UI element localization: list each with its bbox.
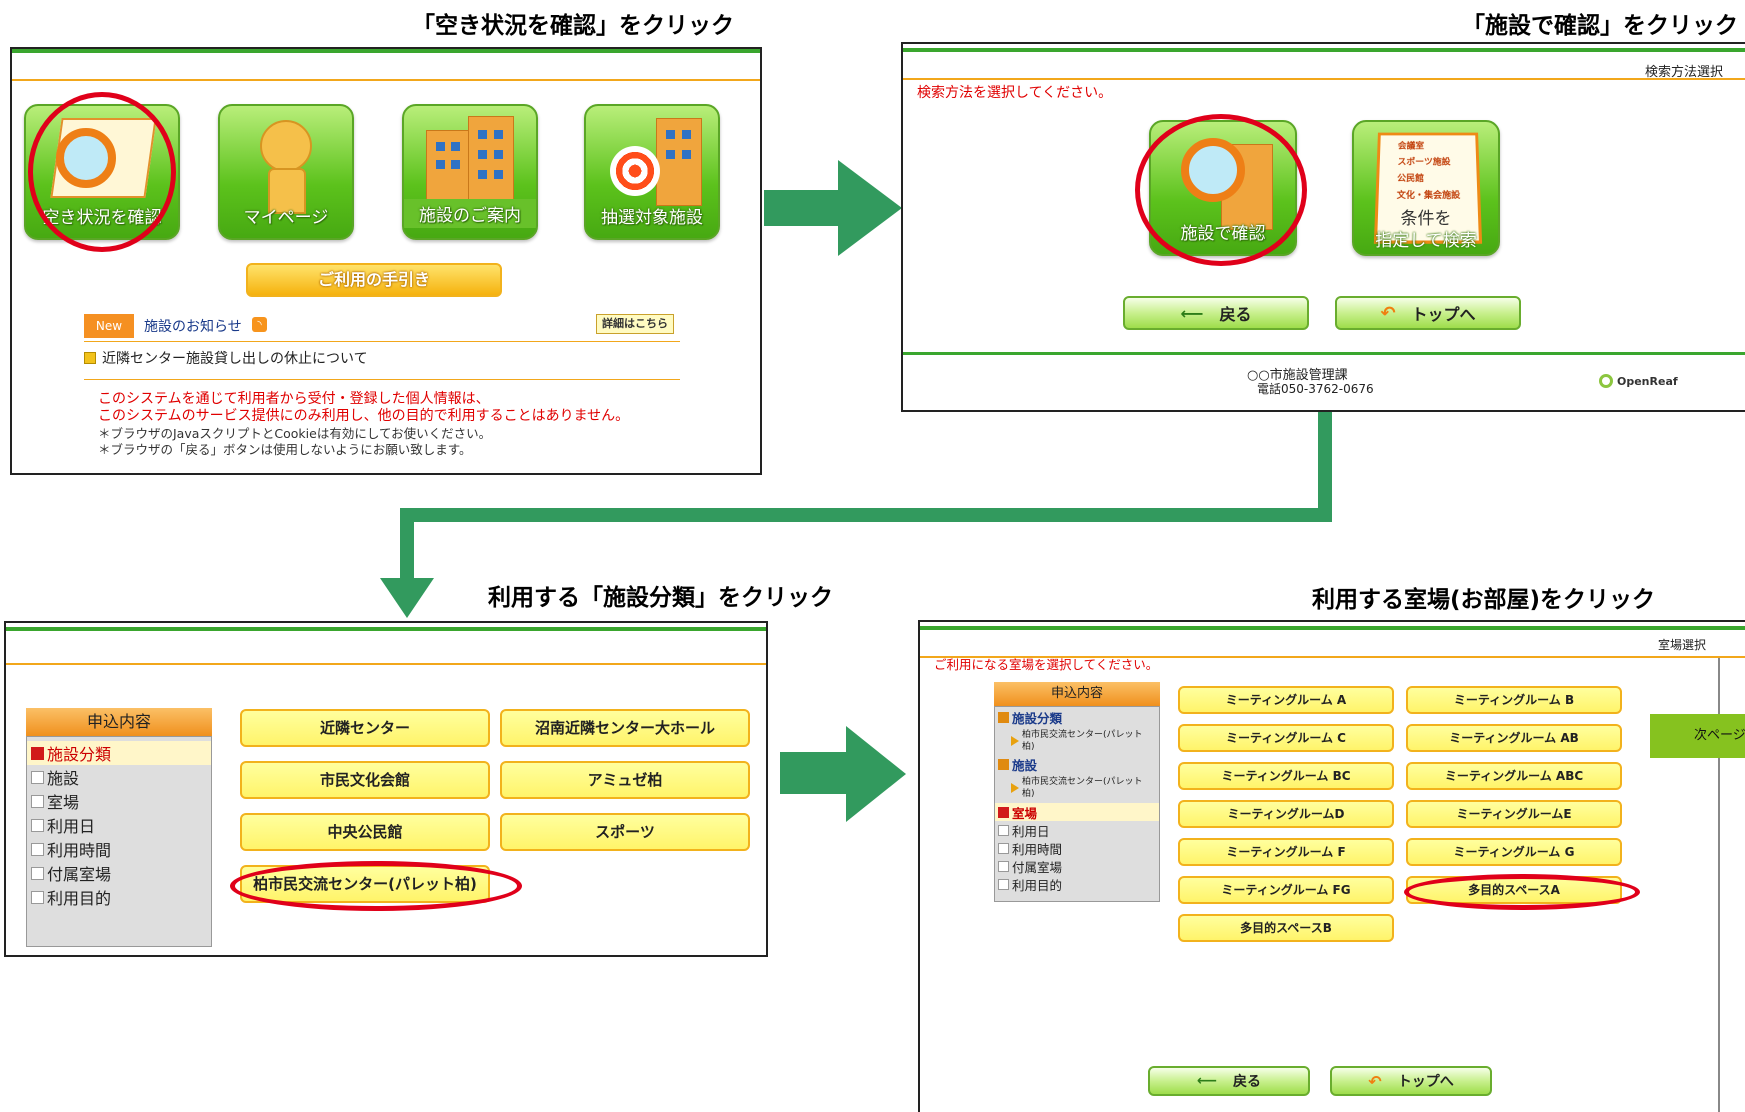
person-icon: [260, 120, 312, 172]
news-bullet-icon: [84, 352, 96, 364]
new-badge: New: [84, 314, 134, 338]
category-button-amuze[interactable]: アミュゼ柏: [500, 761, 750, 799]
page-title: 室場選択: [1658, 636, 1706, 653]
room-button-fg[interactable]: ミーティングルーム FG: [1178, 876, 1394, 904]
tile-label: 施設で確認: [1151, 219, 1295, 244]
room-button-d[interactable]: ミーティングルームD: [1178, 800, 1394, 828]
back-button[interactable]: ⟵ 戻る: [1148, 1066, 1310, 1096]
instruction-text: 検索方法を選択してください。: [917, 82, 1112, 102]
page-title: 検索方法選択: [1645, 61, 1723, 80]
menu-header: 申込内容: [994, 682, 1160, 706]
tile-label-line2: 指定して検索: [1354, 226, 1498, 251]
menu-item-date: 利用日: [995, 821, 1159, 839]
top-button[interactable]: ↶ トップへ: [1330, 1066, 1492, 1096]
menu-item-room-active[interactable]: 室場: [995, 803, 1159, 821]
room-button-multipurpose-b[interactable]: 多目的スペースB: [1178, 914, 1394, 942]
panel-facility-category: 申込内容 施設分類 施設 室場 利用日 利用時間 付属室場 利用目的 近隣センタ…: [4, 621, 768, 957]
menu-item-facility-category[interactable]: 施設分類: [27, 741, 211, 765]
openreaf-logo-icon: [1599, 374, 1613, 388]
news-item-link[interactable]: 近隣センター施設貸し出しの休止について: [102, 348, 368, 368]
category-button-shonan-hall[interactable]: 沼南近隣センター大ホール: [500, 709, 750, 747]
tile-label: 空き状況を確認: [26, 203, 178, 228]
top-button[interactable]: ↶ トップへ: [1335, 296, 1521, 330]
room-button-b[interactable]: ミーティングルーム B: [1406, 686, 1622, 714]
tile-label: 施設のご案内: [404, 199, 536, 228]
menu-item-time: 利用時間: [27, 837, 211, 861]
category-button-sports[interactable]: スポーツ: [500, 813, 750, 851]
return-arrow-icon: ↶: [1380, 303, 1395, 324]
room-button-f[interactable]: ミーティングルーム F: [1178, 838, 1394, 866]
menu-item-room: 室場: [27, 789, 211, 813]
application-menu: 施設分類 柏市民交流センター(パレット柏) 施設 柏市民交流センター(パレット柏…: [994, 706, 1160, 902]
arrow-left-icon: ⟵: [1181, 304, 1204, 323]
tile-check-availability[interactable]: 空き状況を確認: [24, 104, 180, 240]
room-button-c[interactable]: ミーティングルーム C: [1178, 724, 1394, 752]
instruction-text: ご利用になる室場を選択してください。: [934, 654, 1158, 673]
tile-lottery-facility[interactable]: 抽選対象施設: [584, 104, 720, 240]
tile-label: 抽選対象施設: [586, 203, 718, 228]
usage-guide-button[interactable]: ご利用の手引き: [246, 263, 502, 297]
category-button-neighborhood-center[interactable]: 近隣センター: [240, 709, 490, 747]
category-button-palette-kashiwa[interactable]: 柏市民交流センター(パレット柏): [240, 865, 490, 903]
category-button-civic-culture-hall[interactable]: 市民文化会館: [240, 761, 490, 799]
menu-item-time: 利用時間: [995, 839, 1159, 857]
details-button[interactable]: 詳細はこちら: [596, 314, 674, 334]
return-arrow-icon: ↶: [1368, 1072, 1381, 1091]
magnifier-icon: [56, 128, 116, 188]
next-page-button[interactable]: 次ページ: [1650, 714, 1745, 758]
tile-search-by-condition[interactable]: 会議室 スポーツ施設 公民館 文化・集会施設 条件を 指定して検索: [1352, 120, 1500, 256]
menu-item-purpose: 利用目的: [995, 875, 1159, 893]
arrow-left-icon: ⟵: [1197, 1073, 1217, 1089]
browser-notice-2: ＊ブラウザの「戻る」ボタンは使用しないようにお願い致します。: [98, 439, 472, 458]
menu-header: 申込内容: [26, 708, 212, 736]
step2-caption: 「施設で確認」をクリック: [1462, 6, 1738, 40]
tile-mypage[interactable]: マイページ: [218, 104, 354, 240]
panel-room-select: 室場選択 ご利用になる室場を選択してください。 申込内容 施設分類 柏市民交流セ…: [918, 620, 1745, 1112]
room-button-ab[interactable]: ミーティングルーム AB: [1406, 724, 1622, 752]
room-button-bc[interactable]: ミーティングルーム BC: [1178, 762, 1394, 790]
tile-search-by-facility[interactable]: 施設で確認: [1149, 120, 1297, 256]
step3-caption: 利用する「施設分類」をクリック: [488, 578, 833, 612]
menu-item-attached-room: 付属室場: [27, 861, 211, 885]
privacy-notice-2: このシステムのサービス提供にのみ利用し、他の目的で利用することはありません。: [98, 405, 629, 425]
menu-item-facility: 施設: [27, 765, 211, 789]
room-button-abc[interactable]: ミーティングルーム ABC: [1406, 762, 1622, 790]
application-menu: 施設分類 施設 室場 利用日 利用時間 付属室場 利用目的: [26, 736, 212, 947]
tile-facility-guide[interactable]: 施設のご案内: [402, 104, 538, 240]
step4-caption: 利用する室場(お部屋)をクリック: [1312, 580, 1655, 614]
room-button-e[interactable]: ミーティングルームE: [1406, 800, 1622, 828]
room-button-a[interactable]: ミーティングルーム A: [1178, 686, 1394, 714]
menu-group-facility[interactable]: 施設: [995, 756, 1159, 773]
step1-caption: 「空き状況を確認」をクリック: [412, 6, 734, 40]
menu-group-facility-category[interactable]: 施設分類: [995, 709, 1159, 726]
menu-item-date: 利用日: [27, 813, 211, 837]
category-button-central-hall[interactable]: 中央公民館: [240, 813, 490, 851]
tile-label: マイページ: [220, 203, 352, 228]
menu-item-purpose: 利用目的: [27, 885, 211, 909]
footer-phone: 電話050-3762-0676: [1257, 380, 1374, 397]
menu-item-attached-room: 付属室場: [995, 857, 1159, 875]
panel-home: 空き状況を確認 マイページ 施設のご案内 抽選対象施設 ご利用の手引き New …: [10, 47, 762, 475]
panel-search-method: 検索方法選択 検索方法を選択してください。 施設で確認 会議室 スポーツ施設 公…: [901, 42, 1745, 412]
facility-news-link[interactable]: 施設のお知らせ: [144, 316, 242, 336]
checkmark-icon: [31, 747, 44, 760]
back-button[interactable]: ⟵ 戻る: [1123, 296, 1309, 330]
brand-logo: OpenReaf: [1617, 375, 1678, 388]
rss-icon[interactable]: ◝: [252, 317, 267, 332]
room-button-g[interactable]: ミーティングルーム G: [1406, 838, 1622, 866]
room-button-multipurpose-a[interactable]: 多目的スペースA: [1406, 876, 1622, 904]
